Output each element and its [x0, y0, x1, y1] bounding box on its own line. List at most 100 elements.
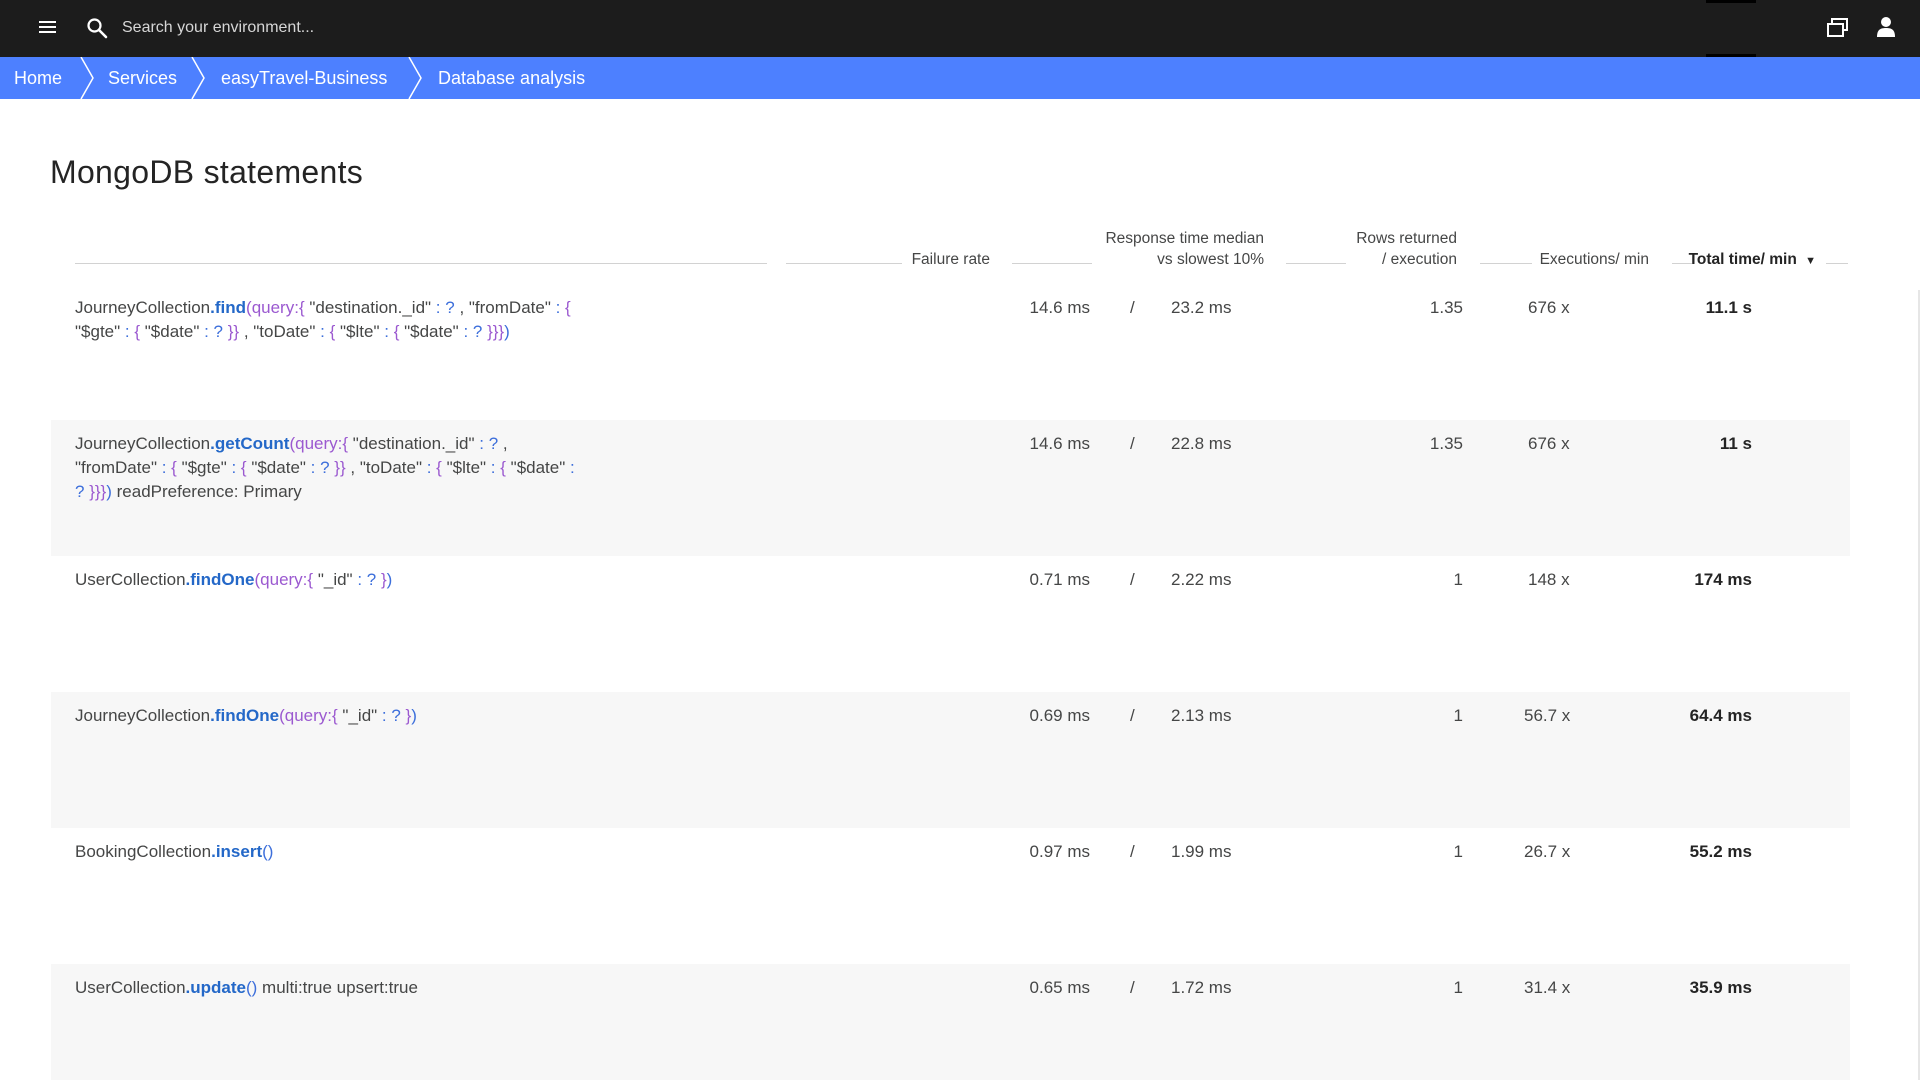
query-token: "$gte"	[176, 458, 232, 477]
method-name: .findOne	[210, 706, 280, 725]
query-token: "$lte"	[335, 322, 385, 341]
header-response-time-line1[interactable]: Response time median	[1105, 228, 1264, 249]
header-rows-returned-line2[interactable]: / execution	[1382, 249, 1457, 270]
query-token: (query:	[246, 298, 299, 317]
response-time-slowest: 1.99 ms	[1171, 842, 1232, 861]
query-token: "destination._id"	[304, 298, 436, 317]
collection-name: UserCollection	[75, 570, 186, 589]
query-token: {	[560, 298, 571, 317]
query-token: ()	[262, 842, 274, 861]
total-time: 174 ms	[1694, 570, 1752, 589]
statement-text[interactable]: JourneyCollection.getCount(query: { "dest…	[75, 432, 675, 504]
header-divider	[75, 263, 767, 264]
table-row[interactable]: UserCollection.findOne(query:{ "_id" : ?…	[51, 556, 1850, 692]
header-total-time-label: Total time/ min	[1688, 251, 1797, 268]
menu-icon[interactable]	[39, 20, 56, 34]
query-token: (query:	[279, 706, 333, 725]
table-row[interactable]: JourneyCollection.getCount(query: { "dest…	[51, 420, 1850, 556]
response-time-median: 14.6 ms	[1029, 434, 1090, 453]
collection-name: BookingCollection	[75, 842, 212, 861]
search-icon	[87, 18, 108, 39]
response-time-median: 0.71 ms	[1029, 570, 1090, 589]
query-token: readPreference: Primary	[111, 482, 302, 501]
user-icon[interactable]	[1877, 16, 1895, 38]
method-name: .find	[210, 298, 247, 317]
header-divider	[1286, 263, 1346, 264]
query-token: ?	[362, 570, 381, 589]
total-time: 55.2 ms	[1689, 842, 1752, 861]
response-time-median: 0.97 ms	[1029, 842, 1090, 861]
method-name: .update	[185, 978, 246, 997]
separator: /	[1130, 298, 1135, 317]
method-name: .getCount	[210, 434, 290, 453]
response-time-median: 0.69 ms	[1029, 706, 1090, 725]
breadcrumb-easytravel-business[interactable]: easyTravel-Business	[221, 57, 387, 99]
active-tab-marker-top	[1706, 0, 1756, 3]
response-time-median: 0.65 ms	[1029, 978, 1090, 997]
statement-text[interactable]: JourneyCollection.find(query: { "destinat…	[75, 296, 675, 344]
rows-returned: 1	[1453, 978, 1463, 997]
query-token: ?	[75, 482, 90, 501]
table-row[interactable]: UserCollection.update() multi:true upser…	[51, 964, 1850, 1080]
executions-per-min: 56.7 x	[1524, 706, 1571, 725]
query-token: )	[411, 706, 417, 725]
table-row[interactable]: JourneyCollection.findOne(query:{ "_id" …	[51, 692, 1850, 828]
breadcrumb-home[interactable]: Home	[14, 57, 62, 99]
header-divider	[786, 263, 902, 264]
total-time: 64.4 ms	[1689, 706, 1752, 725]
executions-per-min: 676 x	[1528, 298, 1570, 317]
header-divider	[1480, 263, 1532, 264]
separator: /	[1130, 842, 1135, 861]
breadcrumb-services[interactable]: Services	[108, 57, 177, 99]
query-token: (query:	[254, 570, 308, 589]
statement-text[interactable]: JourneyCollection.findOne(query:{ "_id" …	[75, 704, 675, 728]
windows-icon[interactable]	[1827, 18, 1849, 38]
executions-per-min: 26.7 x	[1524, 842, 1571, 861]
separator: /	[1130, 978, 1135, 997]
query-token: }}}	[89, 482, 107, 501]
query-token: ()	[246, 978, 258, 997]
query-token: ?	[483, 434, 503, 453]
header-divider	[1826, 263, 1848, 264]
breadcrumb-chevron-icon	[408, 57, 422, 99]
rows-returned: 1	[1453, 706, 1463, 725]
query-token: , "toDate"	[239, 322, 321, 341]
method-name: .findOne	[185, 570, 255, 589]
query-token: "$date"	[399, 322, 464, 341]
query-token: {	[236, 458, 247, 477]
query-token: ?	[440, 298, 460, 317]
total-time: 11 s	[1719, 434, 1752, 453]
statement-text[interactable]: UserCollection.update() multi:true upser…	[75, 976, 675, 1000]
query-token: :	[570, 458, 575, 477]
header-total-time[interactable]: Total time/ min ▼	[1689, 249, 1816, 272]
query-token: ?	[386, 706, 406, 725]
table-row[interactable]: JourneyCollection.find(query: { "destinat…	[51, 284, 1850, 420]
query-token: ?	[208, 322, 228, 341]
statement-text[interactable]: UserCollection.findOne(query:{ "_id" : ?…	[75, 568, 675, 592]
query-token: "$date"	[246, 458, 311, 477]
collection-name: JourneyCollection	[75, 434, 211, 453]
query-token: "fromDate"	[75, 458, 162, 477]
table-row[interactable]: BookingCollection.insert() 0.97 ms / 1.9…	[51, 828, 1850, 964]
header-executions[interactable]: Executions/ min	[1540, 249, 1649, 270]
query-token: "$date"	[505, 458, 570, 477]
query-token: "$date"	[140, 322, 205, 341]
executions-per-min: 676 x	[1528, 434, 1570, 453]
query-token: ,	[502, 434, 508, 453]
query-token: )	[386, 570, 393, 589]
rows-returned: 1.35	[1429, 434, 1463, 453]
header-rows-returned-line1[interactable]: Rows returned	[1356, 228, 1457, 249]
response-time-slowest: 1.72 ms	[1171, 978, 1232, 997]
response-time-slowest: 22.8 ms	[1171, 434, 1232, 453]
statement-text[interactable]: BookingCollection.insert()	[75, 840, 675, 864]
query-token: }}}	[487, 322, 505, 341]
query-token: , "toDate"	[345, 458, 427, 477]
collection-name: JourneyCollection	[75, 706, 211, 725]
query-token: "_id"	[313, 570, 358, 589]
query-token: "_id"	[337, 706, 382, 725]
search-input[interactable]	[122, 14, 722, 42]
separator: /	[1130, 706, 1135, 725]
header-failure-rate[interactable]: Failure rate	[912, 249, 990, 270]
response-time-slowest: 2.22 ms	[1171, 570, 1232, 589]
header-response-time-line2[interactable]: vs slowest 10%	[1157, 249, 1264, 270]
